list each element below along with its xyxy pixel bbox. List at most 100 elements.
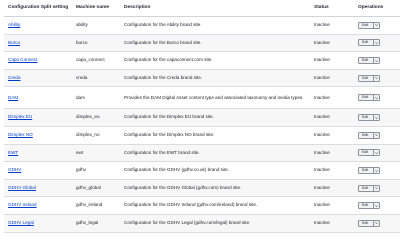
edit-button[interactable]: Edit (359, 186, 373, 191)
row-label-cell: EWT (4, 144, 72, 163)
edit-button[interactable]: Edit (359, 168, 373, 173)
config-split-link[interactable]: GDHV Legal (8, 220, 34, 225)
edit-button[interactable]: Edit (359, 58, 373, 63)
description: Configuration for the GDHV Legal (gdhv.c… (120, 214, 310, 233)
description: Configuration for the GDHV Global (gdhv.… (120, 179, 310, 198)
table-row: EWT ewt Configuration for the EWT brand … (4, 144, 400, 163)
edit-button[interactable]: Edit (359, 23, 373, 28)
table-row: GDHV Legal gdhv_legal Configuration for … (4, 214, 400, 233)
config-split-link[interactable]: Capa Connect (8, 57, 37, 62)
description: Configuration for the Dimplex EU brand s… (120, 108, 310, 127)
table-row: Dimplex EU dimplex_eu Configuration for … (4, 108, 400, 127)
row-label-cell: Dimplex EU (4, 108, 72, 127)
description: Configuration for the EWT brand site. (120, 144, 310, 163)
config-split-link[interactable]: GDHV Global (8, 185, 36, 190)
operations-toggle-button[interactable] (373, 132, 379, 138)
description: Configuration for the Ability brand site… (120, 16, 310, 35)
machine-name: creda (72, 69, 120, 88)
operations-toggle-button[interactable] (373, 22, 379, 28)
operations-dropbutton: Edit (358, 74, 381, 82)
machine-name: gdhv_global (72, 179, 120, 198)
edit-button[interactable]: Edit (359, 40, 373, 45)
status-text: Inactive (310, 144, 354, 163)
column-header-label[interactable]: Configuration Split setting (4, 0, 72, 17)
operations-cell: Edit (354, 69, 400, 88)
config-split-link[interactable]: EWT (8, 150, 18, 155)
config-split-link[interactable]: Ability (8, 22, 20, 27)
config-split-link[interactable]: DAM (8, 95, 18, 100)
config-split-link[interactable]: Dimplex EU (8, 114, 32, 119)
edit-button[interactable]: Edit (359, 150, 373, 155)
row-label-cell: Dimplex NO (4, 126, 72, 145)
operations-toggle-button[interactable] (373, 95, 379, 101)
row-label-cell: GDHV Legal (4, 214, 72, 233)
table-row: Burco burco Configuration for the Burco … (4, 34, 400, 53)
chevron-down-icon (375, 151, 379, 154)
description: Provides the DAM Digital Asset content t… (120, 86, 310, 110)
config-split-link[interactable]: Creda (8, 75, 21, 80)
operations-cell: Edit (354, 51, 400, 70)
chevron-down-icon (375, 204, 379, 207)
operations-dropbutton: Edit (358, 131, 381, 139)
operations-dropbutton: Edit (358, 184, 381, 192)
description: Configuration for the Dimplex NO brand s… (120, 126, 310, 145)
edit-button[interactable]: Edit (359, 95, 373, 100)
operations-cell: Edit (354, 108, 400, 127)
edit-button[interactable]: Edit (359, 133, 373, 138)
config-split-link[interactable]: Dimplex NO (8, 132, 33, 137)
operations-toggle-button[interactable] (373, 185, 379, 191)
table-row: GDHV gdhv Configuration for the GDHV (gd… (4, 161, 400, 180)
chevron-down-icon (375, 222, 379, 225)
operations-dropbutton: Edit (358, 202, 381, 210)
operations-dropbutton: Edit (358, 94, 381, 102)
machine-name: dimplex_no (72, 126, 120, 145)
operations-cell: Edit (354, 126, 400, 145)
machine-name: capa_connect (72, 51, 120, 70)
chevron-down-icon (375, 24, 379, 27)
operations-cell: Edit (354, 161, 400, 180)
status-text: Inactive (310, 214, 354, 233)
operations-toggle-button[interactable] (373, 40, 379, 46)
operations-toggle-button[interactable] (373, 150, 379, 156)
operations-toggle-button[interactable] (373, 75, 379, 81)
machine-name: ewt (72, 144, 120, 163)
config-split-table-container: Configuration Split setting Machine name… (0, 0, 400, 245)
operations-cell: Edit (354, 179, 400, 198)
operations-dropbutton: Edit (358, 167, 381, 174)
status-text: Inactive (310, 34, 354, 53)
config-split-table: Configuration Split setting Machine name… (4, 0, 400, 233)
table-row: DAM dam Provides the DAM Digital Asset c… (4, 86, 400, 110)
status-text: Inactive (310, 86, 354, 110)
operations-cell: Edit (354, 214, 400, 233)
table-row: Capa Connect capa_connect Configuration … (4, 51, 400, 70)
edit-button[interactable]: Edit (359, 115, 373, 120)
row-label-cell: GDHV Global (4, 179, 72, 198)
operations-dropbutton: Edit (358, 219, 381, 227)
edit-button[interactable]: Edit (359, 76, 373, 81)
config-split-link[interactable]: Burco (8, 40, 20, 45)
config-split-link[interactable]: GDHV Ireland (8, 202, 37, 207)
operations-toggle-button[interactable] (373, 220, 379, 226)
table-header: Configuration Split setting Machine name… (4, 0, 400, 17)
config-split-link[interactable]: GDHV (8, 167, 21, 172)
edit-button[interactable]: Edit (359, 203, 373, 208)
operations-toggle-button[interactable] (373, 58, 379, 64)
row-label-cell: DAM (4, 86, 72, 110)
row-label-cell: Capa Connect (4, 51, 72, 70)
machine-name: gdhv_ireland (72, 196, 120, 215)
operations-toggle-button[interactable] (373, 203, 379, 209)
operations-cell: Edit (354, 196, 400, 215)
chevron-down-icon (375, 169, 379, 172)
status-text: Inactive (310, 179, 354, 198)
status-text: Inactive (310, 16, 354, 35)
operations-toggle-button[interactable] (373, 168, 379, 173)
table-row: Creda creda Configuration for the Creda … (4, 69, 400, 88)
column-header-operations: Operations (354, 0, 400, 17)
operations-toggle-button[interactable] (373, 115, 379, 121)
description: Configuration for the GDHV Ireland (gdhv… (120, 196, 310, 215)
edit-button[interactable]: Edit (359, 221, 373, 226)
chevron-down-icon (375, 59, 379, 62)
row-label-cell: GDHV (4, 161, 72, 180)
status-text: Inactive (310, 196, 354, 215)
row-label-cell: GDHV Ireland (4, 196, 72, 215)
